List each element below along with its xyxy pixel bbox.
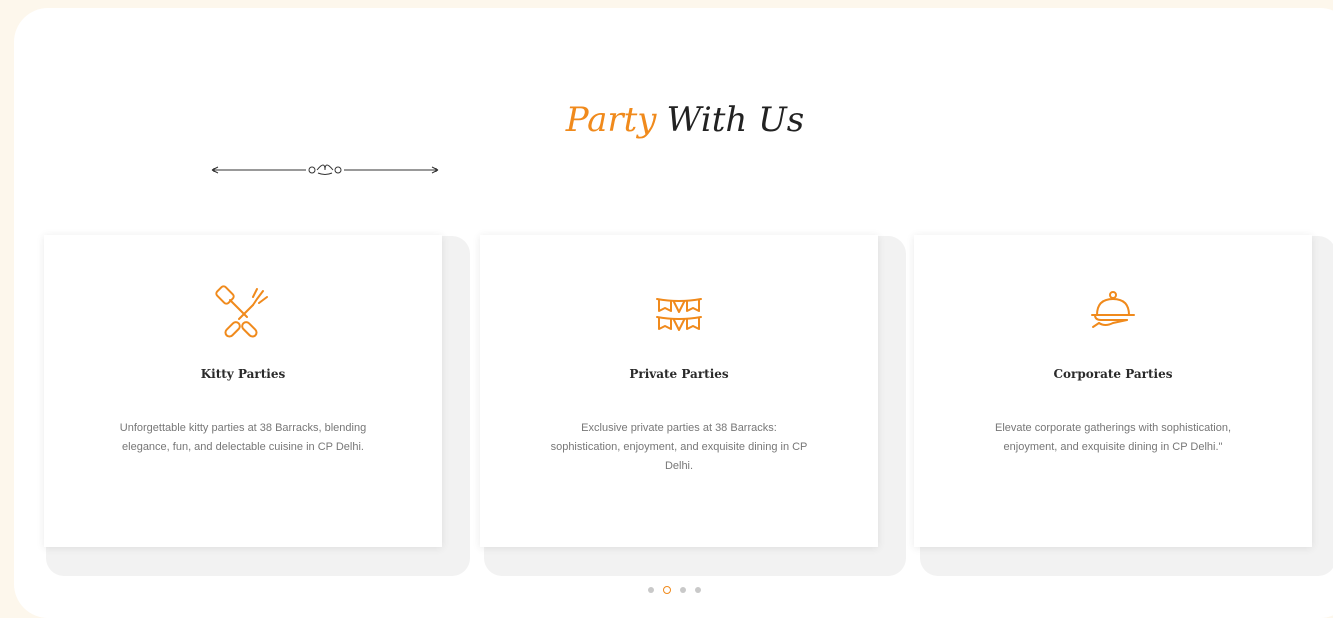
section-title-accent: Party xyxy=(565,100,657,140)
ornamental-divider-icon xyxy=(211,164,439,175)
bunting-icon xyxy=(656,298,702,331)
section-title: Party With Us xyxy=(0,100,1333,140)
card-title: Corporate Parties xyxy=(1053,367,1173,381)
serving-dome-icon xyxy=(1091,291,1135,328)
section-title-main: With Us xyxy=(666,100,805,140)
card-title: Private Parties xyxy=(629,367,729,381)
carousel-dot-2-active[interactable] xyxy=(663,586,671,594)
carousel-dot-1[interactable] xyxy=(648,587,654,593)
carousel-pagination xyxy=(648,586,701,594)
carousel-dot-4[interactable] xyxy=(695,587,701,593)
card-body: Kitty Parties Unforgettable kitty partie… xyxy=(44,235,442,547)
card-corporate-parties[interactable]: Corporate Parties Elevate corporate gath… xyxy=(910,226,1333,576)
utensils-icon xyxy=(215,285,268,338)
card-description: Elevate corporate gatherings with sophis… xyxy=(994,422,1232,453)
carousel-dot-3[interactable] xyxy=(680,587,686,593)
card-body: Corporate Parties Elevate corporate gath… xyxy=(914,235,1312,547)
card-description: Exclusive private parties at 38 Barracks… xyxy=(550,422,808,472)
card-private-parties[interactable]: Private Parties Exclusive private partie… xyxy=(474,226,906,576)
card-title: Kitty Parties xyxy=(200,367,286,381)
card-kitty-parties[interactable]: Kitty Parties Unforgettable kitty partie… xyxy=(36,226,470,576)
card-body: Private Parties Exclusive private partie… xyxy=(480,235,878,547)
card-description: Unforgettable kitty parties at 38 Barrac… xyxy=(119,422,367,453)
